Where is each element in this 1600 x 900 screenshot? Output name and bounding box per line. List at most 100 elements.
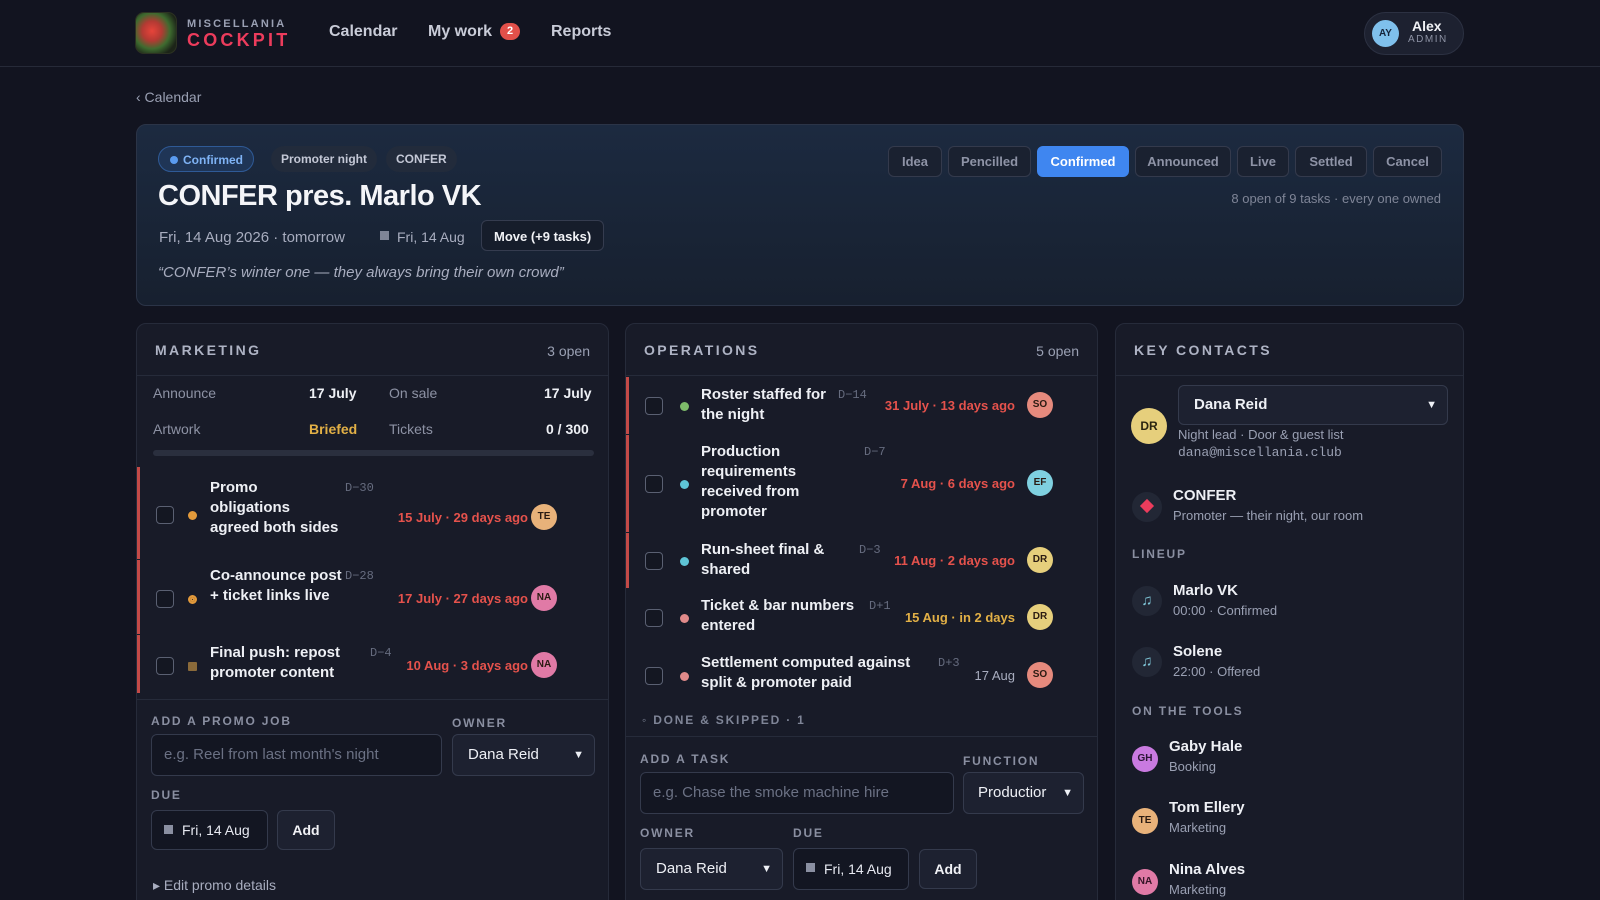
task-owner-avatar[interactable]: SO [1027,662,1053,688]
lineup-artist-name[interactable]: Marlo VK [1173,582,1238,599]
task-due-date-input[interactable]: Fri, 14 Aug [793,848,909,890]
task-status-square-icon [188,662,197,671]
announce-value: 17 July [309,385,357,401]
key-contacts-panel: KEY CONTACTS DR Dana Reid ▼ Night lead ·… [1115,323,1464,900]
operations-task-row: Run-sheet final & shared D−3 11 Aug · 2 … [626,533,1097,588]
task-name[interactable]: Promo obligations agreed both sides [210,478,340,538]
artwork-value: Briefed [309,421,358,437]
task-name[interactable]: Ticket & bar numbers entered [701,596,861,636]
promo-owner-select[interactable]: Dana Reid ▼ [452,734,595,776]
status-announced-button[interactable]: Announced [1135,146,1231,177]
task-owner-avatar[interactable]: TE [531,504,557,530]
chevron-down-icon: ▼ [1426,399,1437,411]
task-checkbox[interactable] [156,506,174,524]
done-skipped-toggle[interactable]: ◦ DONE & SKIPPED · 1 [642,713,806,727]
task-checkbox[interactable] [645,667,663,685]
lineup-artist-detail: 00:00 · Confirmed [1173,603,1278,618]
task-name[interactable]: Settlement computed against split & prom… [701,653,931,693]
add-task-button[interactable]: Add [919,849,977,889]
task-day-code: D−3 [859,543,881,557]
staff-avatar: TE [1132,808,1158,834]
status-settled-button[interactable]: Settled [1295,146,1367,177]
promo-job-input[interactable]: e.g. Reel from last month's night [151,734,442,776]
staff-name[interactable]: Nina Alves [1169,861,1245,878]
task-name[interactable]: Run-sheet final & shared [701,540,841,580]
task-status-dot-icon [680,402,689,411]
task-status-dot-icon [680,614,689,623]
divider [626,736,1097,737]
task-checkbox[interactable] [156,590,174,608]
tickets-value: 0 / 300 [546,421,589,437]
app-logo[interactable] [135,12,177,54]
add-promo-label: ADD A PROMO JOB [151,714,292,728]
task-input[interactable]: e.g. Chase the smoke machine hire [640,772,954,814]
chevron-down-icon: ▼ [573,749,584,761]
task-day-code: D−14 [838,388,867,402]
night-lead-select[interactable]: Dana Reid ▼ [1178,385,1448,425]
event-note: “CONFER’s winter one — they always bring… [158,264,564,281]
contacts-title: KEY CONTACTS [1134,342,1272,358]
status-dot-icon [170,156,178,164]
task-name[interactable]: Co-announce post + ticket links live [210,566,350,606]
task-day-code: D−30 [345,481,374,495]
owner-label: OWNER [452,716,507,730]
task-due: 10 Aug · 3 days ago [406,658,528,673]
nav-reports[interactable]: Reports [551,23,611,41]
operations-task-row: Ticket & bar numbers entered D+1 15 Aug … [626,589,1097,645]
nav-my-work[interactable]: My work 2 [428,23,521,41]
edit-promo-details-toggle[interactable]: ▸ Edit promo details [153,877,276,894]
task-owner-avatar[interactable]: NA [531,652,557,678]
status-confirmed-button[interactable]: Confirmed [1037,146,1129,177]
task-due: 17 Aug [974,668,1016,683]
calendar-icon [806,863,815,872]
event-date-short[interactable]: Fri, 14 Aug [397,229,465,245]
task-checkbox[interactable] [156,657,174,675]
task-due-value: Fri, 14 Aug [824,861,892,877]
user-role: ADMIN [1408,34,1448,45]
task-name[interactable]: Final push: repost promoter content [210,643,350,683]
user-avatar[interactable]: AY [1372,20,1399,47]
staff-role: Marketing [1169,882,1227,897]
task-owner-avatar[interactable]: SO [1027,392,1053,418]
task-owner-avatar[interactable]: DR [1027,547,1053,573]
task-owner-avatar[interactable]: NA [531,585,557,611]
lineup-artist-name[interactable]: Solene [1173,643,1222,660]
task-status-dot-icon [680,480,689,489]
task-checkbox[interactable] [645,475,663,493]
calendar-icon [380,231,389,240]
status-cancel-button[interactable]: Cancel [1373,146,1442,177]
function-select[interactable]: Productior ▼ [963,772,1084,814]
promoter-name[interactable]: CONFER [1173,487,1236,504]
task-status-dot-icon [188,511,197,520]
my-work-count-badge: 2 [500,23,521,40]
logo-title-top: MISCELLANIA [187,18,287,30]
task-name[interactable]: Production requirements received from pr… [701,442,831,522]
add-promo-job-button[interactable]: Add [277,810,335,850]
task-name[interactable]: Roster staffed for the night [701,385,836,425]
onsale-value: 17 July [544,385,592,401]
lead-email[interactable]: dana@miscellania.club [1178,445,1342,460]
status-idea-button[interactable]: Idea [888,146,942,177]
move-event-button[interactable]: Move (+9 tasks) [481,220,605,251]
status-pencilled-button[interactable]: Pencilled [948,146,1031,177]
marketing-open-count: 3 open [547,343,590,359]
breadcrumb[interactable]: ‹ Calendar [136,89,201,105]
task-due: 15 Aug · in 2 days [904,610,1015,625]
staff-name[interactable]: Tom Ellery [1169,799,1245,816]
promo-due-date-input[interactable]: Fri, 14 Aug [151,810,268,850]
task-owner-avatar[interactable]: EF [1027,470,1053,496]
task-owner-select[interactable]: Dana Reid ▼ [640,848,783,890]
task-checkbox[interactable] [645,609,663,627]
promo-owner-value: Dana Reid [468,746,539,763]
marketing-title: MARKETING [155,342,262,358]
status-live-button[interactable]: Live [1237,146,1289,177]
nav-calendar[interactable]: Calendar [329,23,397,41]
night-lead-value: Dana Reid [1194,396,1268,413]
staff-name[interactable]: Gaby Hale [1169,738,1242,755]
task-day-code: D−4 [370,646,392,660]
marketing-task-row: Promo obligations agreed both sides D−30… [137,467,608,559]
task-owner-avatar[interactable]: DR [1027,604,1053,630]
marketing-panel: MARKETING 3 open Announce 17 July On sal… [136,323,609,900]
task-checkbox[interactable] [645,552,663,570]
task-checkbox[interactable] [645,397,663,415]
